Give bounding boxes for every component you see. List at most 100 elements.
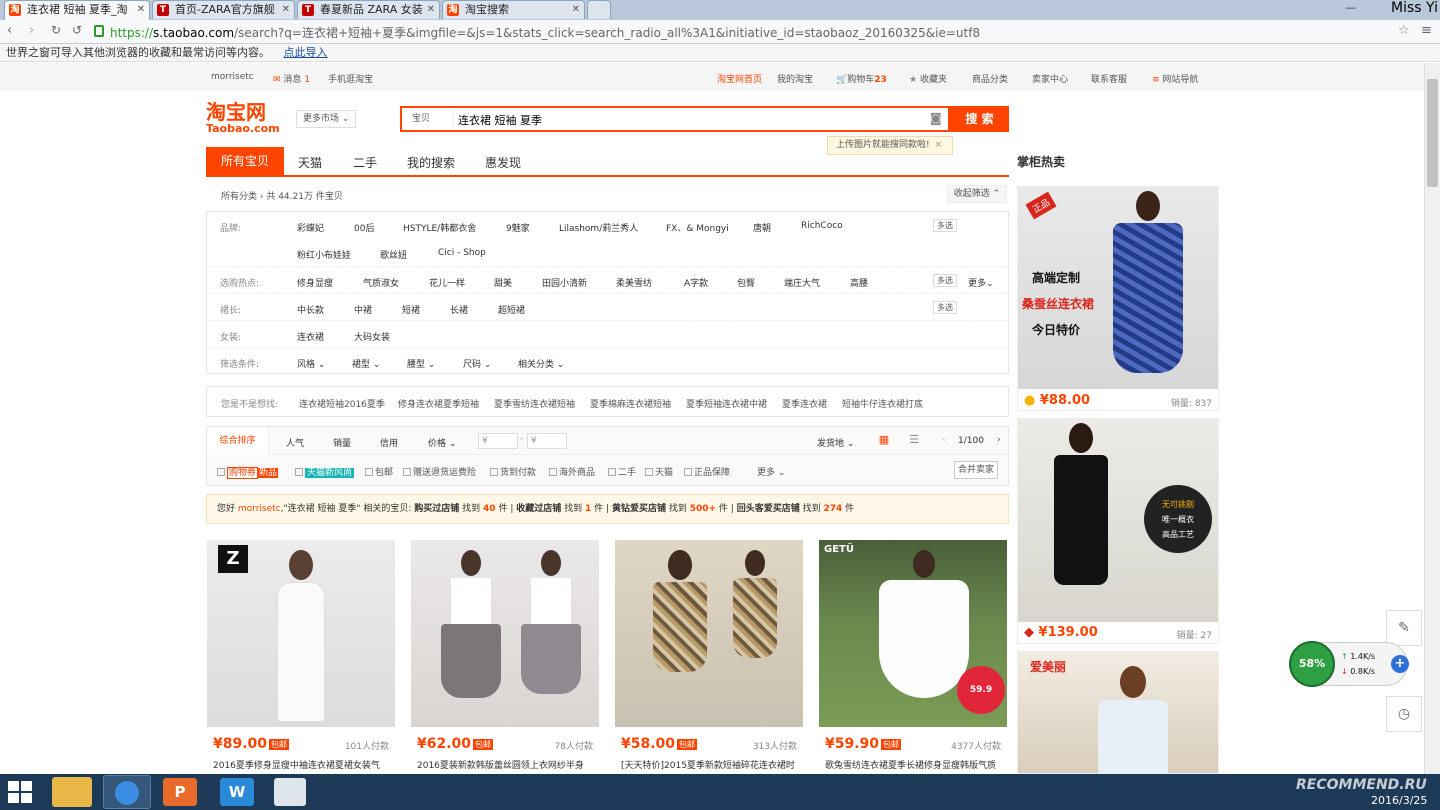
filter-brand[interactable]: 粉红小布娃娃 xyxy=(297,248,351,261)
filter-brand[interactable]: RichCoco xyxy=(801,221,843,231)
browser-tab-1[interactable]: 淘 连衣裙 短袖 夏季_淘 ✕ xyxy=(4,0,150,20)
sort-default[interactable]: 综合排序 xyxy=(207,427,269,455)
filter-brand[interactable]: 彩蝶妃 xyxy=(297,221,324,234)
filter-condition[interactable]: 风格 ⌄ xyxy=(297,357,325,370)
search-input[interactable]: 连衣裙 短袖 夏季 xyxy=(458,112,542,128)
sidebar-item[interactable]: 爱美丽 xyxy=(1017,651,1219,774)
explorer-icon[interactable] xyxy=(52,777,92,807)
nav-mytaobao[interactable]: 我的淘宝 xyxy=(777,72,813,85)
sort-popular[interactable]: 人气 xyxy=(286,436,304,449)
filter-hot[interactable]: A字款 xyxy=(684,276,708,289)
more-market-dropdown[interactable]: 更多市场 ⌄ xyxy=(296,110,356,128)
menu-icon[interactable]: ≡ xyxy=(1421,23,1432,38)
merge-seller-button[interactable]: 合并卖家 xyxy=(954,461,998,479)
grid-view-icon[interactable]: ▦ xyxy=(874,433,894,449)
collapse-filter-button[interactable]: 收起筛选 ⌃ xyxy=(947,185,1007,203)
product-title[interactable]: 歌兔雪纺连衣裙夏季长裙修身显瘦韩版气质 xyxy=(825,758,1001,771)
filter-brand[interactable]: 唐朝 xyxy=(753,221,771,234)
suggest-link[interactable]: 夏季雪纺连衣裙短袖 xyxy=(494,397,575,410)
sidebar-image[interactable]: 正品 高端定制 桑蚕丝连衣裙 今日特价 xyxy=(1018,187,1218,389)
filter-length[interactable]: 长裙 xyxy=(450,303,468,316)
check-coupon[interactable]: 购物券 新品 xyxy=(217,465,279,479)
breadcrumb-all[interactable]: 所有分类 xyxy=(221,192,257,202)
filter-brand[interactable]: FX、& Mongyi xyxy=(666,221,729,234)
filter-women[interactable]: 连衣裙 xyxy=(297,330,324,343)
browser-tab-4[interactable]: 淘 淘宝搜索 ✕ xyxy=(442,0,585,19)
filter-hot[interactable]: 修身显瘦 xyxy=(297,276,333,289)
tab-mysearch[interactable]: 我的搜索 xyxy=(407,154,455,171)
nav-seller[interactable]: 卖家中心 xyxy=(1032,72,1068,85)
network-speed-widget[interactable]: 58% ↑ 1.4K/s ↓ 0.8K/s + xyxy=(1289,641,1409,687)
sort-price[interactable]: 价格 ⌄ xyxy=(428,436,456,449)
filter-hot[interactable]: 端庄大气 xyxy=(784,276,820,289)
sidebar-image[interactable]: 无可挑剔 唯一概衣 高品工艺 xyxy=(1018,419,1218,622)
filter-hot[interactable]: 包臀 xyxy=(737,276,755,289)
taobao-logo[interactable]: 淘宝网 Taobao.com xyxy=(206,101,288,137)
filter-length[interactable]: 中裙 xyxy=(354,303,372,316)
filter-condition[interactable]: 裙型 ⌄ xyxy=(352,357,380,370)
sidebar-image[interactable]: 爱美丽 xyxy=(1018,652,1218,773)
notice-user[interactable]: morrisetc xyxy=(238,504,281,514)
product-title[interactable]: 2016夏装新款韩版蕾丝圆领上衣网纱半身 xyxy=(417,758,593,771)
history-button[interactable]: ◷ xyxy=(1386,696,1422,732)
suggest-link[interactable]: 夏季棉麻连衣裙短袖 xyxy=(590,397,671,410)
close-icon[interactable]: ✕ xyxy=(282,1,290,19)
tab-tmall[interactable]: 天猫 xyxy=(298,154,322,171)
filter-brand[interactable]: 歌丝妞 xyxy=(380,248,407,261)
price-to-input[interactable]: ¥ xyxy=(527,433,567,449)
sidebar-item[interactable]: 正品 高端定制 桑蚕丝连衣裙 今日特价 ● ¥88.00 销量: 837 xyxy=(1017,186,1219,411)
star-icon[interactable]: ☆ xyxy=(1398,23,1410,38)
prev-page-icon[interactable]: ‹ xyxy=(942,435,946,445)
filter-women[interactable]: 大码女装 xyxy=(354,330,390,343)
filter-hot[interactable]: 甜美 xyxy=(494,276,512,289)
suggest-link[interactable]: 短袖牛仔连衣裙打底 xyxy=(842,397,923,410)
filter-brand[interactable]: Cici - Shop xyxy=(438,248,486,258)
check-tmall-new[interactable]: 天猫新风尚 xyxy=(295,465,355,478)
multi-select-button[interactable]: 多选 xyxy=(933,301,957,314)
nav-mobile[interactable]: 手机逛淘宝 xyxy=(328,72,373,85)
nav-service[interactable]: 联系客服 xyxy=(1091,72,1127,85)
filter-condition[interactable]: 腰型 ⌄ xyxy=(407,357,435,370)
nav-cart[interactable]: 🛒购物车23 xyxy=(836,72,887,85)
word-icon[interactable]: W xyxy=(220,778,254,806)
price-from-input[interactable]: ¥ xyxy=(478,433,518,449)
nav-favorites[interactable]: ★ 收藏夹 xyxy=(909,72,947,85)
filter-hot[interactable]: 高腰 xyxy=(850,276,868,289)
check-genuine[interactable]: 正品保障 xyxy=(684,465,730,478)
product-image[interactable]: GETÜ 59.9 xyxy=(819,540,1007,727)
powerpoint-icon[interactable]: P xyxy=(163,778,197,806)
browser-tab-2[interactable]: T 首页-ZARA官方旗舰 ✕ xyxy=(152,0,295,19)
product-title[interactable]: 2016夏季修身显瘦中袖连衣裙夏裙女装气 xyxy=(213,758,389,771)
suggest-link[interactable]: 夏季连衣裙 xyxy=(782,397,827,410)
close-icon[interactable]: ✕ xyxy=(427,1,435,19)
filter-brand[interactable]: 9魅家 xyxy=(506,221,530,234)
suggest-link[interactable]: 修身连衣裙夏季短袖 xyxy=(398,397,479,410)
browser-tab-3[interactable]: T 春夏新品 ZARA 女装 ✕ xyxy=(297,0,440,19)
ship-from-dropdown[interactable]: 发货地 ⌄ xyxy=(817,436,854,449)
start-windows-icon[interactable] xyxy=(8,781,32,803)
filter-condition[interactable]: 尺码 ⌄ xyxy=(463,357,491,370)
check-insurance[interactable]: 赠送退货运费险 xyxy=(403,465,476,478)
filter-condition[interactable]: 相关分类 ⌄ xyxy=(518,357,564,370)
product-card[interactable]: Z ¥89.00 包邮 101人付款 2016夏季修身显瘦中袖连衣裙夏裙女装气 xyxy=(207,540,395,771)
sort-sales[interactable]: 销量 xyxy=(333,436,351,449)
filter-length[interactable]: 中长款 xyxy=(297,303,324,316)
camera-icon[interactable]: ◙ xyxy=(930,111,942,125)
suggest-link[interactable]: 连衣裙短袖2016夏季 xyxy=(299,397,385,410)
check-overseas[interactable]: 海外商品 xyxy=(549,465,595,478)
more-button[interactable]: 更多⌄ xyxy=(968,276,994,289)
check-tmall[interactable]: 天猫 xyxy=(645,465,673,478)
sidebar-item[interactable]: 无可挑剔 唯一概衣 高品工艺 ◆ ¥139.00 销量: 27 xyxy=(1017,418,1219,644)
filter-hot[interactable]: 花儿一样 xyxy=(429,276,465,289)
browser-icon[interactable] xyxy=(103,775,151,809)
multi-select-button[interactable]: 多选 xyxy=(933,219,957,232)
filter-hot[interactable]: 气质淑女 xyxy=(363,276,399,289)
product-card[interactable]: ¥62.00 包邮 78人付款 2016夏装新款韩版蕾丝圆领上衣网纱半身 xyxy=(411,540,599,771)
check-more[interactable]: 更多 ⌄ xyxy=(757,465,785,478)
nav-sitenav[interactable]: ≡ 网站导航 xyxy=(1152,72,1198,85)
notice-buy-link[interactable]: 购买过店铺 xyxy=(414,504,459,514)
tab-secondhand[interactable]: 二手 xyxy=(353,154,377,171)
nav-messages[interactable]: ✉ 消息 1 xyxy=(273,72,310,85)
notice-back-link[interactable]: 回头客爱买店铺 xyxy=(737,504,800,514)
nav-home[interactable]: 淘宝网首页 xyxy=(717,72,762,85)
